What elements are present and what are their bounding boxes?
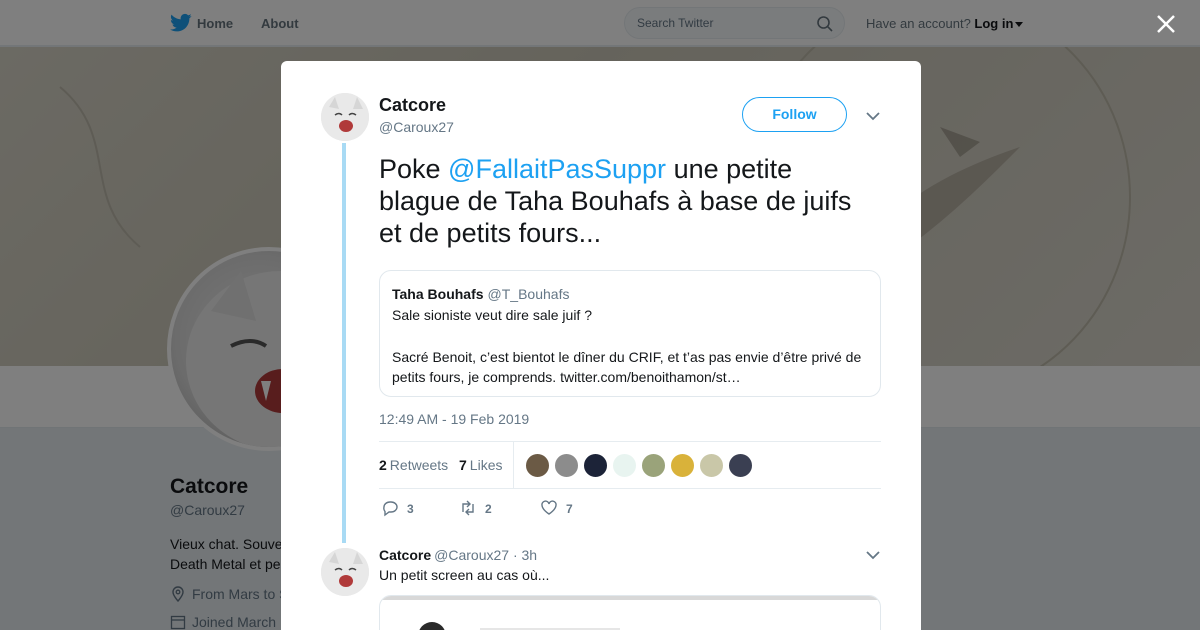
quoted-tweet[interactable]: Taha Bouhafs @T_Bouhafs Sale sioniste veu… — [379, 270, 881, 397]
liker-avatar[interactable] — [525, 453, 550, 478]
retweets-label: Retweets — [389, 457, 449, 473]
cat-avatar-image — [321, 93, 369, 141]
tweet-modal: Catcore @Caroux27 Follow Poke @FallaitPa… — [281, 61, 921, 630]
reply-button[interactable]: 3 — [381, 499, 414, 517]
likes-label: Likes — [469, 457, 503, 473]
tweet-timestamp[interactable]: 12:49 AM - 19 Feb 2019 — [379, 411, 529, 427]
quoted-text-line: Sacré Benoit, c’est bientot le dîner du … — [392, 349, 862, 385]
quoted-author-name: Taha Bouhafs — [392, 286, 484, 302]
tweet-author-handle[interactable]: @Caroux27 — [379, 119, 454, 135]
liker-avatar[interactable] — [699, 453, 724, 478]
tweet-author-name[interactable]: Catcore — [379, 95, 446, 116]
close-icon[interactable] — [1155, 13, 1177, 35]
retweet-icon — [462, 500, 474, 516]
liker-avatar[interactable] — [612, 453, 637, 478]
reply-icon — [383, 501, 398, 517]
retweets-stat[interactable]: 2 Retweets — [379, 457, 448, 473]
chevron-down-icon[interactable] — [866, 550, 880, 560]
retweets-count: 2 — [379, 457, 387, 473]
heart-icon — [541, 500, 557, 515]
liker-avatar[interactable] — [583, 453, 608, 478]
reply-author-handle: @Caroux27 · 3h — [434, 547, 538, 563]
follow-button[interactable]: Follow — [742, 97, 847, 132]
reply-author-avatar[interactable] — [321, 548, 369, 596]
tweet-text-before: Poke — [379, 154, 449, 184]
author-avatar[interactable] — [321, 93, 369, 141]
liker-avatar[interactable] — [554, 453, 579, 478]
likes-count: 7 — [459, 457, 467, 473]
reply-author-name: Catcore — [379, 547, 432, 563]
quoted-text-line: Sale sioniste veut dire sale juif ? — [392, 307, 592, 323]
liker-avatar[interactable] — [728, 453, 753, 478]
reply-author[interactable]: Catcore @Caroux27 · 3h — [379, 547, 537, 563]
retweet-button[interactable]: 2 — [459, 499, 492, 517]
likes-stat[interactable]: 7 Likes — [459, 457, 502, 473]
liker-avatar[interactable] — [641, 453, 666, 478]
tweet-text: Poke @FallaitPasSuppr une petite blague … — [379, 153, 879, 249]
stats-divider — [513, 442, 514, 488]
cat-avatar-image — [321, 548, 369, 596]
liker-avatar[interactable] — [670, 453, 695, 478]
screenshot-image — [380, 596, 880, 630]
quoted-author: Taha Bouhafs @T_Bouhafs — [392, 286, 569, 302]
reply-text: Un petit screen au cas où... — [379, 567, 550, 583]
like-button[interactable]: 7 — [540, 499, 573, 517]
thread-line — [342, 143, 346, 543]
retweet-count: 2 — [485, 502, 492, 516]
tweet-actions: 3 2 7 — [379, 499, 679, 521]
reply-count: 3 — [407, 502, 414, 516]
tweet-stats: 2 Retweets 7 Likes — [379, 441, 881, 489]
quoted-author-handle: @T_Bouhafs — [487, 286, 570, 302]
mention-link[interactable]: @FallaitPasSuppr — [448, 154, 666, 184]
reply-media-preview[interactable] — [379, 595, 881, 630]
like-count: 7 — [566, 502, 573, 516]
chevron-down-icon[interactable] — [866, 111, 880, 121]
